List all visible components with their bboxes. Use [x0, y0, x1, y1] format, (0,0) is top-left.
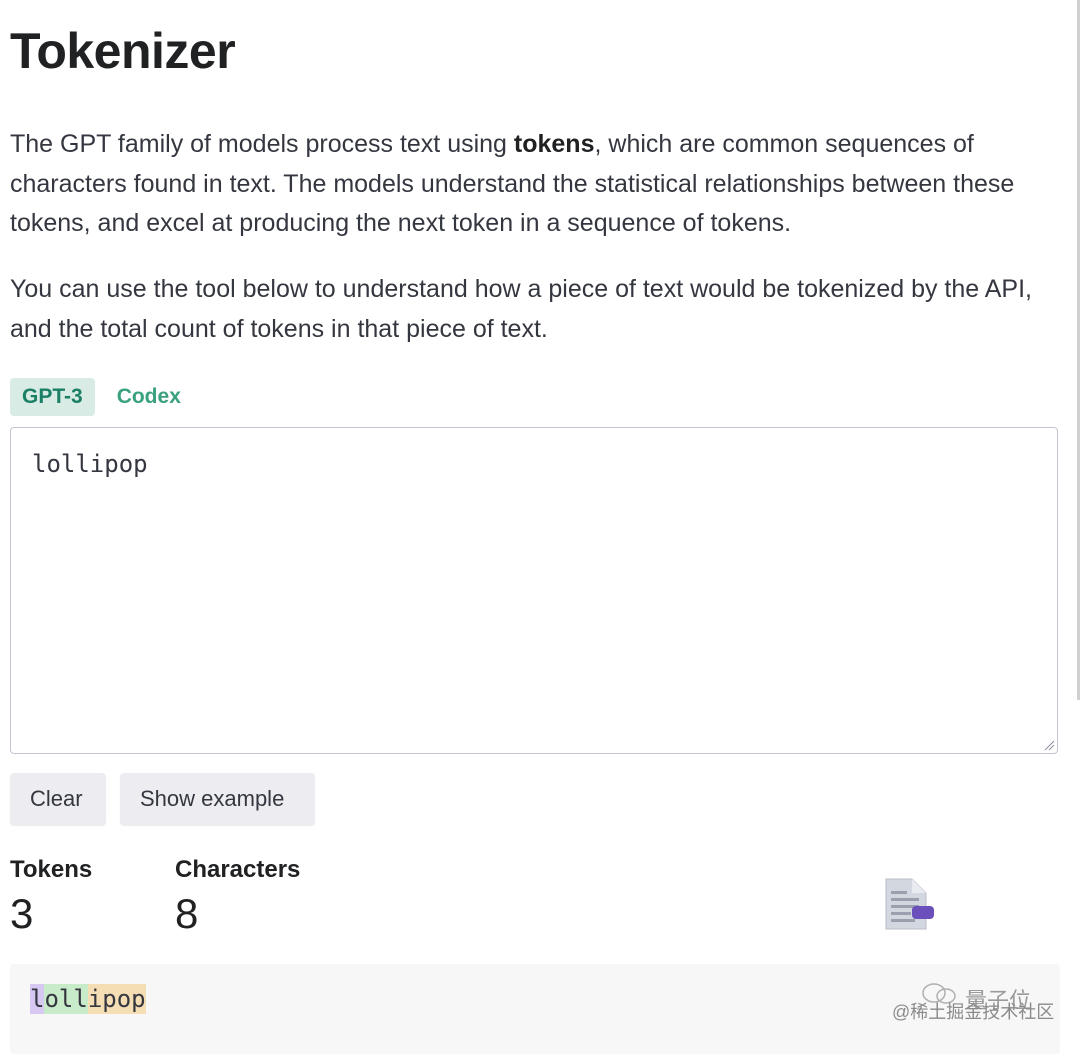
token-2: oll [44, 984, 88, 1014]
intro-paragraph-1: The GPT family of models process text us… [10, 125, 1066, 244]
tokens-count: 3 [10, 890, 34, 937]
tab-codex[interactable]: Codex [105, 378, 193, 416]
intro-paragraph-2: You can use the tool below to understand… [10, 275, 1032, 343]
intro-p1-before: The GPT family of models process text us… [10, 130, 514, 158]
document-icon [885, 878, 934, 930]
tab-gpt3[interactable]: GPT-3 [10, 378, 95, 416]
tokenized-text: lollipop [30, 984, 146, 1014]
intro-p1-bold: tokens [513, 130, 595, 158]
watermark-text: @稀土掘金技术社区 [892, 1002, 1055, 1022]
input-text[interactable]: lollipop [32, 450, 148, 478]
characters-count: 8 [175, 890, 199, 937]
characters-label: Characters [175, 856, 301, 883]
token-3: ipop [87, 984, 146, 1014]
model-tabs: GPT-3 Codex [10, 378, 193, 416]
clear-button[interactable]: Clear [10, 773, 106, 825]
page-title: Tokenizer [10, 23, 236, 79]
resize-grip-icon[interactable] [1043, 739, 1055, 751]
token-1: l [30, 984, 45, 1014]
tokens-label: Tokens [10, 856, 93, 883]
show-example-button[interactable]: Show example [120, 773, 315, 825]
text-input-area[interactable]: lollipop [10, 427, 1058, 754]
